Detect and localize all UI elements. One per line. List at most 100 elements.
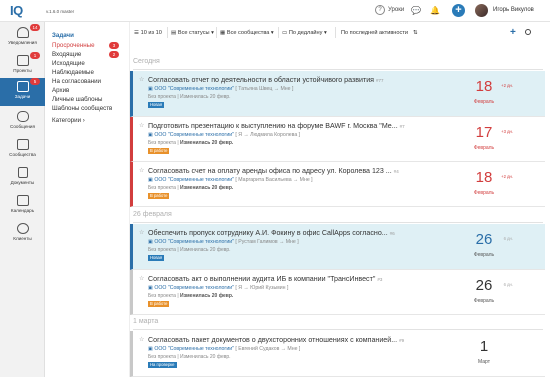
sidebar-item-label: Клиенты <box>13 236 32 241</box>
chat-icon[interactable]: 💬 <box>411 6 421 16</box>
star-icon[interactable]: ☆ <box>139 122 144 129</box>
status-filter-label: Все статусы ▾ <box>177 30 214 36</box>
list-icon: ☰ <box>134 30 140 36</box>
due-month: Февраль <box>473 298 495 304</box>
community-filter-label: Все сообщества ▾ <box>226 30 274 36</box>
project-label: Без проекта <box>148 354 176 360</box>
top-bar: IQ v.1.6.0 master ? Уроки 💬 🔔 + Игорь Ви… <box>0 0 550 22</box>
divider <box>167 27 168 38</box>
task-title[interactable]: Согласовать отчет по деятельности в обла… <box>148 76 384 84</box>
task-title-text: Согласовать счет на оплату аренды офиса … <box>148 167 392 175</box>
lessons-label: Уроки <box>388 7 405 13</box>
create-button[interactable]: + <box>452 4 465 17</box>
star-icon[interactable]: ☆ <box>139 336 144 343</box>
community-icon: ▦ <box>220 30 226 36</box>
search-icon[interactable] <box>525 29 531 35</box>
due-month: Февраль <box>473 99 495 105</box>
section-header-mar-1: 1 марта <box>133 318 159 325</box>
sidebar-item-documents[interactable]: Документы <box>0 164 45 192</box>
app-logo[interactable]: IQ v.1.6.0 master <box>10 3 74 19</box>
folder-icon <box>16 55 29 66</box>
lessons-button[interactable]: ? Уроки <box>375 5 404 15</box>
sidebar-item-clients[interactable]: Клиенты <box>0 220 45 248</box>
sidebar-item-notifications[interactable]: Уведомления 14 <box>0 24 45 52</box>
subnav-item-outgoing[interactable]: Исходящие <box>52 60 85 67</box>
section-divider <box>133 69 543 70</box>
company-name[interactable]: ООО "Современные технологии" <box>154 132 234 138</box>
subnav-item-overdue[interactable]: Просроченные <box>52 42 95 49</box>
task-card[interactable]: ☆ Согласовать акт о выполнении аудита ИБ… <box>130 270 545 315</box>
sidebar-item-projects[interactable]: Проекты 1 <box>0 52 45 80</box>
community-filter[interactable]: ▦ Все сообщества ▾ <box>220 30 274 36</box>
sidebar-item-messages[interactable]: Сообщения <box>0 108 45 136</box>
task-title[interactable]: Согласовать счет на оплату аренды офиса … <box>148 167 399 175</box>
task-card[interactable]: ☆ Обеспечить пропуск сотруднику А.И. Фок… <box>130 224 545 270</box>
task-route: [ Рустам Галимов → Мне ] <box>235 239 299 245</box>
divider <box>216 27 217 38</box>
change-date: Изменилась 20 февр. <box>180 94 231 100</box>
task-card[interactable]: ☆ Согласовать отчет по деятельности в об… <box>130 71 545 117</box>
task-title[interactable]: Согласовать акт о выполнении аудита ИБ в… <box>148 275 382 283</box>
star-icon[interactable]: ☆ <box>139 275 144 282</box>
filter-icon: ▤ <box>171 30 177 36</box>
subnav-item-archive[interactable]: Архив <box>52 87 69 94</box>
task-card[interactable]: ☆ Согласовать пакет документов о двухсто… <box>130 331 545 377</box>
due-day: 17 <box>475 124 493 141</box>
star-icon[interactable]: ☆ <box>139 76 144 83</box>
company-name[interactable]: ООО "Современные технологии" <box>154 177 234 183</box>
sidebar-item-tasks[interactable]: Задачи 5 <box>0 78 45 106</box>
star-icon[interactable]: ☆ <box>139 229 144 236</box>
project-label: Без проекта <box>148 185 176 191</box>
task-number: #3 <box>377 277 383 282</box>
task-company: ▣ ООО "Современные технологии" [ Я → Люд… <box>148 132 300 138</box>
briefcase-icon: ▣ <box>148 239 153 245</box>
project-label: Без проекта <box>148 293 176 299</box>
task-number: #7 <box>399 124 405 129</box>
deadline-sort[interactable]: ▭ По дедлайну ▾ <box>282 30 327 36</box>
subnav-title[interactable]: Задачи <box>52 32 74 39</box>
company-name[interactable]: ООО "Современные технологии" <box>154 285 234 291</box>
task-company: ▣ ООО "Современные технологии" [ Рустам … <box>148 239 299 245</box>
subnav-item-community-templates[interactable]: Шаблоны сообществ <box>52 105 112 112</box>
subnav-item-personal-templates[interactable]: Личные шаблоны <box>52 96 102 103</box>
task-meta: Без проекта | Изменилась 20 февр. <box>148 185 234 191</box>
subnav-item-approval[interactable]: На согласовании <box>52 78 101 85</box>
company-name[interactable]: ООО "Современные технологии" <box>154 346 234 352</box>
sidebar-item-calendar[interactable]: Календарь <box>0 192 45 220</box>
status-filter[interactable]: ▤ Все статусы ▾ <box>171 30 214 36</box>
task-list: Сегодня ☆ Согласовать отчет по деятельно… <box>130 45 545 377</box>
sidebar-item-communities[interactable]: Сообщества <box>0 136 45 164</box>
task-title-text: Обеспечить пропуск сотруднику А.И. Фокин… <box>148 229 388 237</box>
task-title[interactable]: Согласовать пакет документов о двухсторо… <box>148 336 404 344</box>
days-left: 6 дн. <box>503 236 513 241</box>
add-task-button[interactable]: + <box>510 27 516 38</box>
subnav-item-categories[interactable]: Категории › <box>52 117 85 124</box>
change-date: Изменилась 20 февр. <box>180 293 234 299</box>
task-company: ▣ ООО "Современные технологии" [ Евгений… <box>148 346 300 352</box>
change-date: Изменилась 20 февр. <box>180 354 231 360</box>
star-icon[interactable]: ☆ <box>139 167 144 174</box>
task-count-filter[interactable]: ☰ 10 из 10 <box>134 30 162 36</box>
activity-sort[interactable]: По последней активности <box>341 30 408 36</box>
subnav-item-incoming[interactable]: Входящие <box>52 51 81 58</box>
task-title[interactable]: Подготовить презентацию к выступлению на… <box>148 122 405 130</box>
task-route: [ Я → Людмила Королева ] <box>235 132 301 138</box>
company-name[interactable]: ООО "Современные технологии" <box>154 86 234 92</box>
sort-order-icon[interactable]: ⇅ <box>413 30 418 36</box>
task-title[interactable]: Обеспечить пропуск сотруднику А.И. Фокин… <box>148 229 395 237</box>
briefcase-icon: ▣ <box>148 285 153 291</box>
subnav-item-watched[interactable]: Наблюдаемые <box>52 69 94 76</box>
sidebar-item-label: Проекты <box>13 68 32 73</box>
status-badge: В работе <box>148 193 170 199</box>
task-meta: Без проекта | Изменилась 20 февр. <box>148 140 234 146</box>
task-card[interactable]: ☆ Подготовить презентацию к выступлению … <box>130 117 545 162</box>
task-card[interactable]: ☆ Согласовать счет на оплату аренды офис… <box>130 162 545 207</box>
calendar-icon: ▭ <box>282 30 288 36</box>
company-name[interactable]: ООО "Современные технологии" <box>154 239 234 245</box>
user-name[interactable]: Игорь Викулов <box>493 7 534 13</box>
document-icon <box>17 167 28 178</box>
task-route: [ Евгений Судаков → Мне ] <box>235 346 301 352</box>
user-avatar[interactable] <box>475 4 488 17</box>
task-number: #77 <box>376 78 384 83</box>
notification-bell-icon[interactable]: 🔔 <box>430 6 440 16</box>
